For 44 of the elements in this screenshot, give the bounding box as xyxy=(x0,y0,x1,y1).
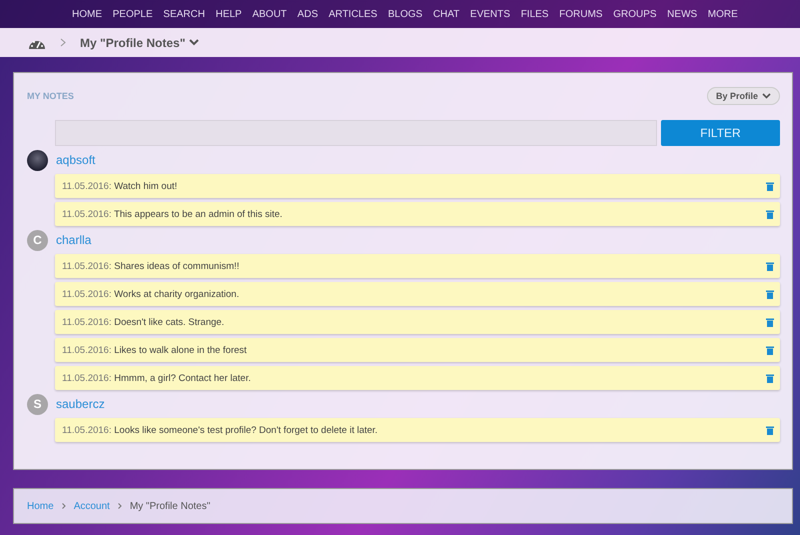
trash-icon[interactable] xyxy=(766,290,774,298)
nav-link[interactable]: NEWS xyxy=(667,8,698,20)
nav-link[interactable]: ABOUT xyxy=(252,8,287,20)
nav-link[interactable]: CHAT xyxy=(433,8,460,20)
nav-link[interactable]: EVENTS xyxy=(470,8,510,20)
nav-link[interactable]: BLOGS xyxy=(388,8,422,20)
note-text: 11.05.2016: Likes to walk alone in the forest xyxy=(62,344,248,356)
nav-link[interactable]: MORE xyxy=(708,8,738,20)
note-text: 11.05.2016: Watch him out! xyxy=(62,180,178,192)
trash-icon[interactable] xyxy=(766,262,774,270)
note-text: 11.05.2016: Shares ideas of communism!! xyxy=(62,260,240,272)
chevron-icon xyxy=(60,38,66,47)
breadcrumb-current: My "Profile Notes" xyxy=(130,500,210,512)
nav-link[interactable]: FILES xyxy=(520,8,549,20)
trash-icon[interactable] xyxy=(766,374,774,382)
nav-link[interactable]: PEOPLE xyxy=(112,8,153,20)
nav-link[interactable]: HELP xyxy=(216,8,242,20)
note-text: 11.05.2016: Hmmm, a girl? Contact her later. xyxy=(62,372,252,384)
trash-icon[interactable] xyxy=(766,426,774,434)
trash-icon[interactable] xyxy=(766,182,774,190)
panel-heading: MY NOTES xyxy=(27,91,74,101)
nav-link[interactable]: HOME xyxy=(72,8,102,20)
filter-input[interactable] xyxy=(55,120,657,146)
note-text: 11.05.2016: This appears to be an admin of this site. xyxy=(62,208,284,220)
breadcrumb-separator-icon xyxy=(118,503,122,509)
trash-icon[interactable] xyxy=(766,318,774,326)
trash-icon[interactable] xyxy=(766,210,774,218)
nav-link[interactable]: SEARCH xyxy=(163,8,205,20)
nav-link[interactable]: GROUPS xyxy=(613,8,657,20)
note-text: 11.05.2016: Looks like someone's test profile? Don't forget to delete it later. xyxy=(62,424,379,436)
note-text: 11.05.2016: Doesn't like cats. Strange. xyxy=(62,316,226,328)
sort-dropdown[interactable]: By Profile xyxy=(706,87,780,105)
breadcrumb-separator-icon xyxy=(62,503,66,509)
nav-link[interactable]: ARTICLES xyxy=(328,8,378,20)
chevron-down-icon xyxy=(762,93,771,99)
nav-link[interactable]: ADS xyxy=(297,8,318,20)
nav-link[interactable]: FORUMS xyxy=(559,8,603,20)
avatar-initial: S xyxy=(27,394,48,414)
note-text: 11.05.2016: Works at charity organization. xyxy=(62,288,240,300)
chevron-down-icon xyxy=(189,39,200,46)
avatar-photo-placeholder xyxy=(27,150,48,170)
trash-icon[interactable] xyxy=(766,346,774,354)
avatar-initial: C xyxy=(27,230,48,250)
page-title-menu[interactable]: My "Profile Notes" xyxy=(80,36,200,50)
